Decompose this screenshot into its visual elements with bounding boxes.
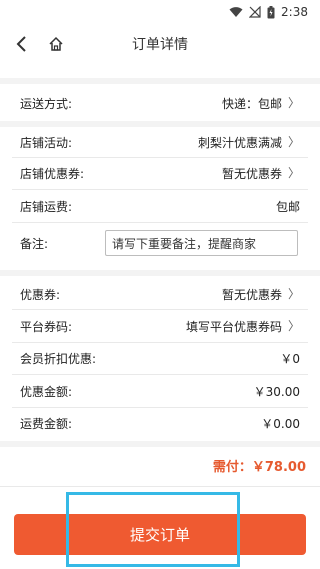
coupon-label: 优惠券: (20, 287, 61, 302)
shop-shipping-fee-row: 店铺运费: 包邮 (20, 195, 300, 217)
discount-amount-label: 优惠金额: (20, 384, 73, 399)
discount-amount-row: 优惠金额: ￥30.00 (20, 380, 300, 402)
chevron-right-icon: 〉 (287, 96, 300, 110)
section-divider (0, 121, 320, 127)
platform-coupon-code-row[interactable]: 平台券码: 填写平台优惠券码 〉 (20, 315, 300, 337)
highlight-box (66, 492, 240, 567)
shop-activity-label: 店铺活动: (20, 135, 73, 150)
shop-coupon-row[interactable]: 店铺优惠券: 暂无优惠券 〉 (20, 162, 300, 184)
discount-amount-value: ￥30.00 (253, 384, 300, 399)
shop-shipping-fee-label: 店铺运费: (20, 199, 73, 214)
total-due: 需付：￥78.00 (212, 460, 306, 475)
note-row: 备注: (20, 232, 100, 254)
section-divider (0, 270, 320, 276)
no-signal-icon (249, 6, 261, 18)
page-title: 订单详情 (132, 37, 188, 53)
shop-activity-row[interactable]: 店铺活动: 刺梨汁优惠满减 〉 (20, 131, 300, 153)
shop-shipping-fee-value: 包邮 (275, 199, 300, 214)
row-divider (12, 342, 308, 343)
note-input[interactable]: 请写下重要备注，提醒商家 (105, 230, 298, 256)
footer-divider (0, 486, 320, 487)
member-discount-value: ￥0 (280, 351, 300, 366)
coupon-value: 暂无优惠券 (221, 287, 282, 302)
chevron-right-icon: 〉 (287, 166, 300, 180)
status-time: 2:38 (281, 5, 308, 19)
shipping-amount-row: 运费金额: ￥0.00 (20, 412, 300, 434)
chevron-right-icon: 〉 (287, 287, 300, 301)
shipping-amount-value: ￥0.00 (261, 416, 300, 431)
battery-charging-icon (267, 5, 275, 19)
wifi-icon (229, 6, 243, 18)
platform-coupon-code-label: 平台券码: (20, 319, 73, 334)
member-discount-row: 会员折扣优惠: ￥0 (20, 347, 300, 369)
row-divider (12, 189, 308, 190)
row-divider (12, 407, 308, 408)
row-divider (12, 157, 308, 158)
shipping-method-value: 快递：包邮 (221, 96, 282, 111)
status-bar: 2:38 (0, 0, 320, 24)
shipping-method-label: 运送方式: (20, 96, 73, 111)
chevron-right-icon: 〉 (287, 319, 300, 333)
platform-coupon-code-value: 填写平台优惠券码 (185, 319, 282, 334)
row-divider (12, 222, 308, 223)
shop-activity-value: 刺梨汁优惠满减 (197, 135, 282, 150)
note-label: 备注: (20, 236, 49, 251)
section-divider (0, 441, 320, 447)
member-discount-label: 会员折扣优惠: (20, 351, 97, 366)
row-divider (12, 374, 308, 375)
coupon-row[interactable]: 优惠券: 暂无优惠券 〉 (20, 283, 300, 305)
shipping-method-row[interactable]: 运送方式: 快递：包邮 〉 (20, 92, 300, 114)
shop-coupon-value: 暂无优惠券 (221, 166, 282, 181)
row-divider (12, 309, 308, 310)
shop-coupon-label: 店铺优惠券: (20, 166, 85, 181)
chevron-right-icon: 〉 (287, 135, 300, 149)
app-header: 订单详情 (0, 24, 320, 64)
section-divider (0, 78, 320, 84)
shipping-amount-label: 运费金额: (20, 416, 73, 431)
